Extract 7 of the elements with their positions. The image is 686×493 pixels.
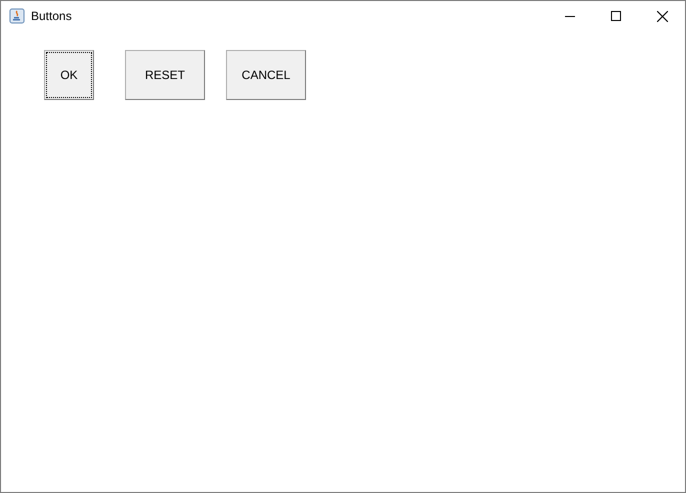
maximize-icon [611,11,621,21]
window-title: Buttons [31,8,72,25]
close-icon [656,10,668,22]
java-cup-icon [9,8,25,24]
push-button[interactable]: RESET [125,50,205,100]
push-button[interactable]: OK [44,50,94,100]
push-button[interactable]: CANCEL [226,50,306,100]
